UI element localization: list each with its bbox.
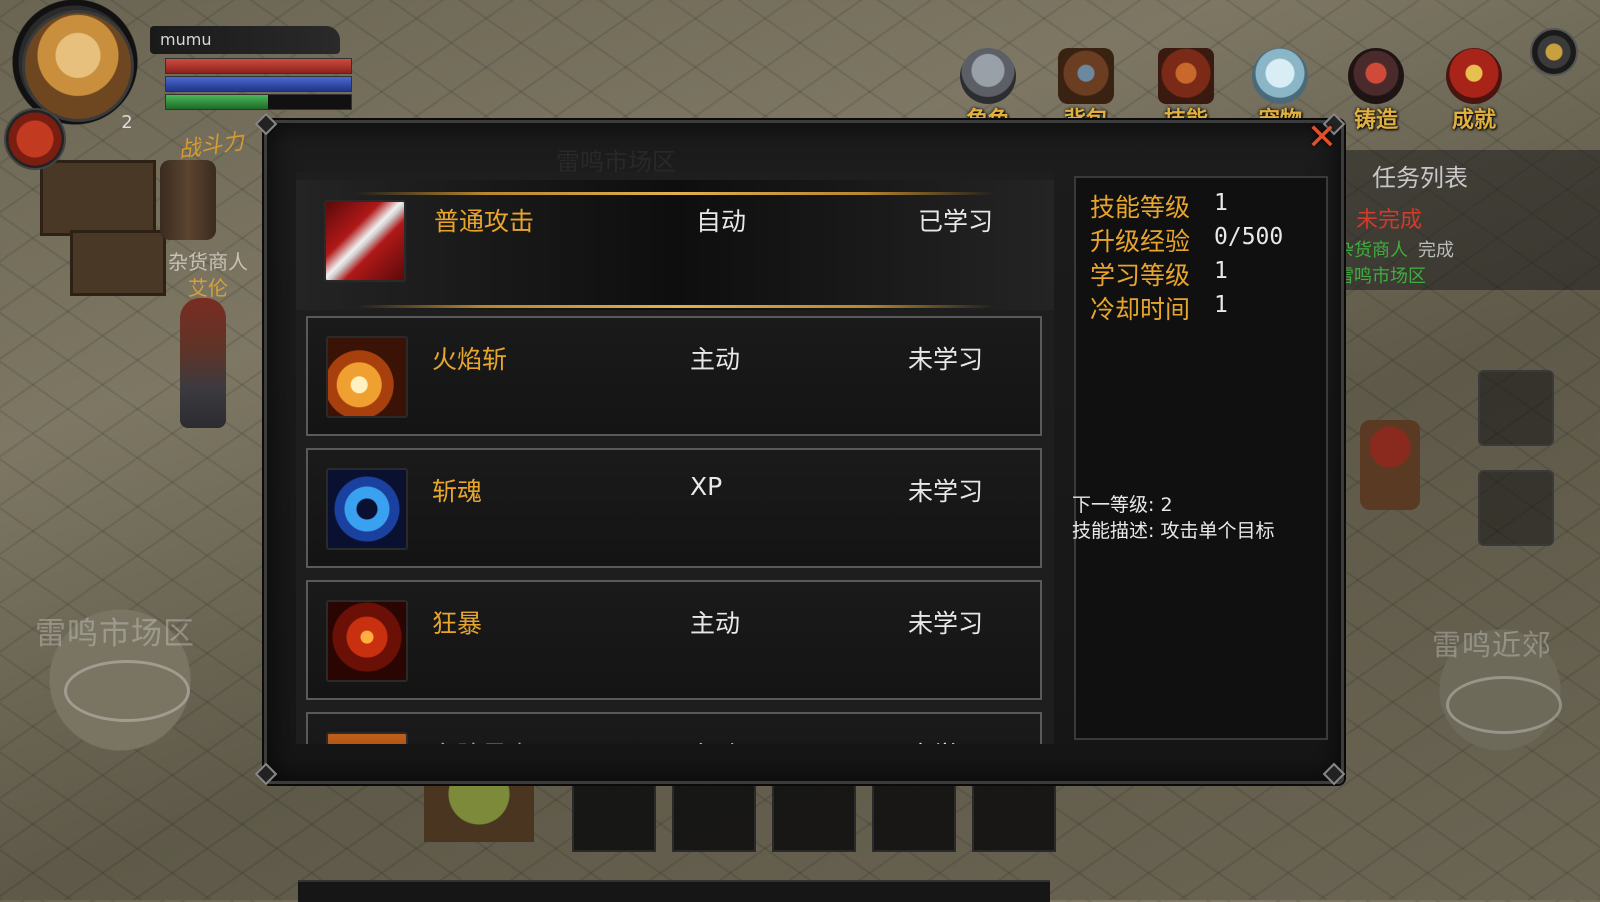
quest-list-title[interactable]: 任务列表 (1372, 158, 1468, 193)
vendor-basket (1360, 420, 1420, 510)
npc-subname[interactable]: 艾伦 (148, 272, 268, 301)
skill-type: 自动 (696, 207, 747, 236)
side-action-slot[interactable] (1478, 470, 1554, 546)
zone-label-left: 雷鸣市场区 (35, 616, 195, 652)
gift-icon[interactable] (4, 108, 66, 170)
menu-label: 成就 (1451, 108, 1496, 133)
quest-target-npc[interactable]: 杂货商人 (1336, 236, 1408, 262)
bag-icon (1058, 48, 1114, 104)
quest-status-incomplete: 未完成 (1356, 208, 1423, 233)
skill-row[interactable]: 名阶暴击 主动 未学习 (306, 712, 1042, 744)
helmet-icon (960, 48, 1016, 104)
soul-blade-icon (326, 468, 408, 550)
teleport-portal-left[interactable] (64, 660, 190, 722)
player-avatar[interactable] (22, 10, 134, 122)
flame-slash-icon (326, 336, 408, 418)
skill-row[interactable]: 火焰斩 主动 未学习 (306, 316, 1042, 436)
skill-type: 主动 (690, 609, 741, 638)
skill-name: 狂暴 (432, 609, 483, 638)
quest-target-zone[interactable]: 雷鸣市场区 (1336, 262, 1426, 288)
skill-status: 未学习 (908, 345, 984, 374)
skill-description: 技能描述: 攻击单个目标 (1072, 520, 1275, 542)
zone-label-right: 雷鸣近郊 (1432, 628, 1553, 662)
skill-level-value: 1 (1214, 190, 1228, 216)
hp-bar (165, 58, 352, 74)
crit-icon (326, 732, 408, 744)
berserk-icon (326, 600, 408, 682)
menu-pet-button[interactable]: 宠物 (1240, 44, 1320, 133)
combat-power-label: 战斗力 (176, 129, 246, 164)
achievement-icon (1446, 48, 1502, 104)
pet-icon (1252, 48, 1308, 104)
skill-name: 普通攻击 (434, 207, 535, 236)
skill-status: 未学习 (908, 736, 983, 744)
next-level-text: 下一等级: 2 (1072, 494, 1173, 516)
skill-hotbar-slot[interactable] (872, 778, 956, 852)
side-action-slot[interactable] (1478, 370, 1554, 446)
teleport-portal-right[interactable] (1446, 676, 1562, 734)
mp-bar (165, 76, 352, 92)
skill-status: 已学习 (918, 207, 994, 236)
skill-status: 未学习 (908, 477, 984, 506)
skill-name: 名阶暴击 (432, 736, 532, 744)
settings-gear-icon[interactable] (1530, 28, 1578, 76)
mp-bar-fill (166, 77, 351, 91)
menu-skill-button[interactable]: 技能 (1146, 44, 1226, 133)
skill-list[interactable]: 普通攻击 自动 已学习 火焰斩 主动 未学习 斩魂 XP 未学习 狂暴 主动 未… (296, 172, 1054, 744)
market-barrel (160, 160, 216, 240)
skill-type: 主动 (690, 345, 741, 374)
skill-type: XP (690, 472, 723, 501)
menu-character-button[interactable]: 角色 (948, 44, 1028, 133)
skill-row[interactable]: 普通攻击 自动 已学习 (296, 180, 1054, 310)
slash-icon (324, 200, 406, 282)
upgrade-exp-label: 升级经验 (1090, 227, 1191, 256)
xp-bar (165, 94, 352, 110)
market-crate (40, 160, 156, 236)
skill-hotbar-slot[interactable] (772, 778, 856, 852)
skill-level-label: 技能等级 (1090, 193, 1191, 222)
npc-merchant-figure[interactable] (180, 298, 226, 428)
learn-level-label: 学习等级 (1090, 261, 1191, 290)
skill-hotbar-slot[interactable] (972, 778, 1056, 852)
quest-status-complete: 完成 (1418, 240, 1454, 261)
skill-type: 主动 (690, 736, 740, 744)
cooldown-label: 冷却时间 (1090, 295, 1191, 324)
menu-label: 铸造 (1353, 108, 1398, 133)
close-icon[interactable]: ✕ (1302, 118, 1342, 158)
player-name: mumu (150, 26, 340, 54)
forge-icon (1348, 48, 1404, 104)
hp-bar-fill (166, 59, 351, 73)
cooldown-value: 1 (1214, 292, 1228, 318)
skill-name: 斩魂 (432, 477, 483, 506)
skill-status: 未学习 (908, 609, 984, 638)
skill-hotbar-slot[interactable] (672, 778, 756, 852)
menu-achievement-button[interactable]: 成就 (1434, 44, 1514, 133)
chat-bar[interactable] (298, 880, 1050, 902)
upgrade-exp-value: 0/500 (1214, 224, 1284, 250)
vendor-basket (424, 782, 534, 842)
player-level: 2 (121, 112, 133, 133)
skill-row[interactable]: 狂暴 主动 未学习 (306, 580, 1042, 700)
menu-forge-button[interactable]: 铸造 (1336, 44, 1416, 133)
npc-name[interactable]: 杂货商人 (148, 246, 268, 275)
skill-hotbar-slot[interactable] (572, 778, 656, 852)
xp-bar-fill (166, 95, 268, 109)
learn-level-value: 1 (1214, 258, 1228, 284)
skill-book-icon (1158, 48, 1214, 104)
menu-bag-button[interactable]: 背包 (1046, 44, 1126, 133)
skill-row[interactable]: 斩魂 XP 未学习 (306, 448, 1042, 568)
skill-name: 火焰斩 (432, 345, 508, 374)
